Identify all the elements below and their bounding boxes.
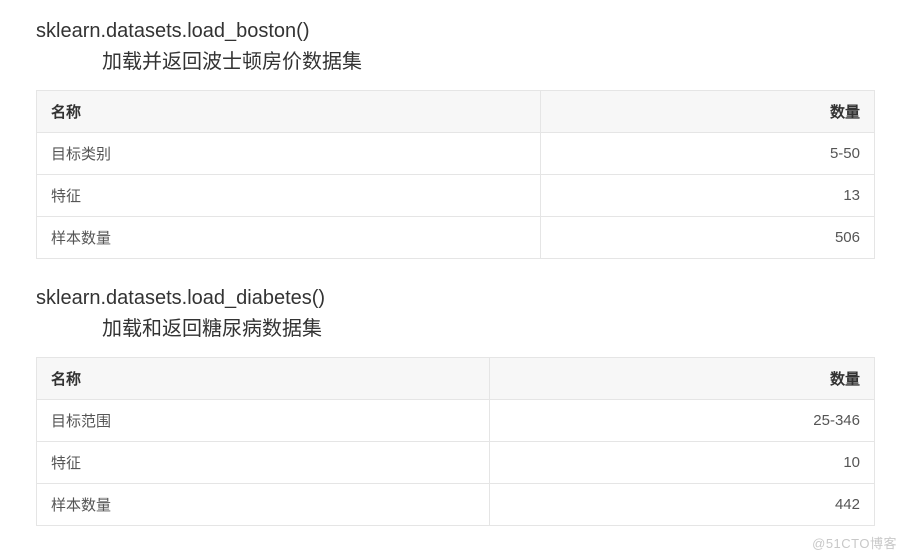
header-quantity: 数量 [540, 91, 874, 133]
table-header-row: 名称 数量 [37, 91, 875, 133]
cell-name: 目标类别 [37, 133, 541, 175]
table-row: 目标类别 5-50 [37, 133, 875, 175]
cell-value: 506 [540, 217, 874, 259]
table-header-row: 名称 数量 [37, 358, 875, 400]
diabetes-description: 加载和返回糖尿病数据集 [102, 312, 875, 341]
cell-value: 10 [489, 442, 874, 484]
table-row: 目标范围 25-346 [37, 400, 875, 442]
boston-section: sklearn.datasets.load_boston() 加载并返回波士顿房… [36, 20, 875, 259]
cell-name: 特征 [37, 175, 541, 217]
table-row: 特征 13 [37, 175, 875, 217]
header-name: 名称 [37, 91, 541, 133]
cell-value: 442 [489, 484, 874, 526]
boston-table: 名称 数量 目标类别 5-50 特征 13 样本数量 506 [36, 90, 875, 259]
header-name: 名称 [37, 358, 490, 400]
cell-name: 目标范围 [37, 400, 490, 442]
table-row: 样本数量 442 [37, 484, 875, 526]
diabetes-table: 名称 数量 目标范围 25-346 特征 10 样本数量 442 [36, 357, 875, 526]
cell-value: 5-50 [540, 133, 874, 175]
table-row: 特征 10 [37, 442, 875, 484]
cell-value: 13 [540, 175, 874, 217]
cell-name: 样本数量 [37, 217, 541, 259]
cell-name: 样本数量 [37, 484, 490, 526]
cell-value: 25-346 [489, 400, 874, 442]
diabetes-section: sklearn.datasets.load_diabetes() 加载和返回糖尿… [36, 287, 875, 526]
table-row: 样本数量 506 [37, 217, 875, 259]
watermark: @51CTO博客 [812, 533, 897, 552]
boston-function-name: sklearn.datasets.load_boston() [36, 20, 875, 43]
boston-description: 加载并返回波士顿房价数据集 [102, 45, 875, 74]
cell-name: 特征 [37, 442, 490, 484]
diabetes-function-name: sklearn.datasets.load_diabetes() [36, 287, 875, 310]
header-quantity: 数量 [489, 358, 874, 400]
